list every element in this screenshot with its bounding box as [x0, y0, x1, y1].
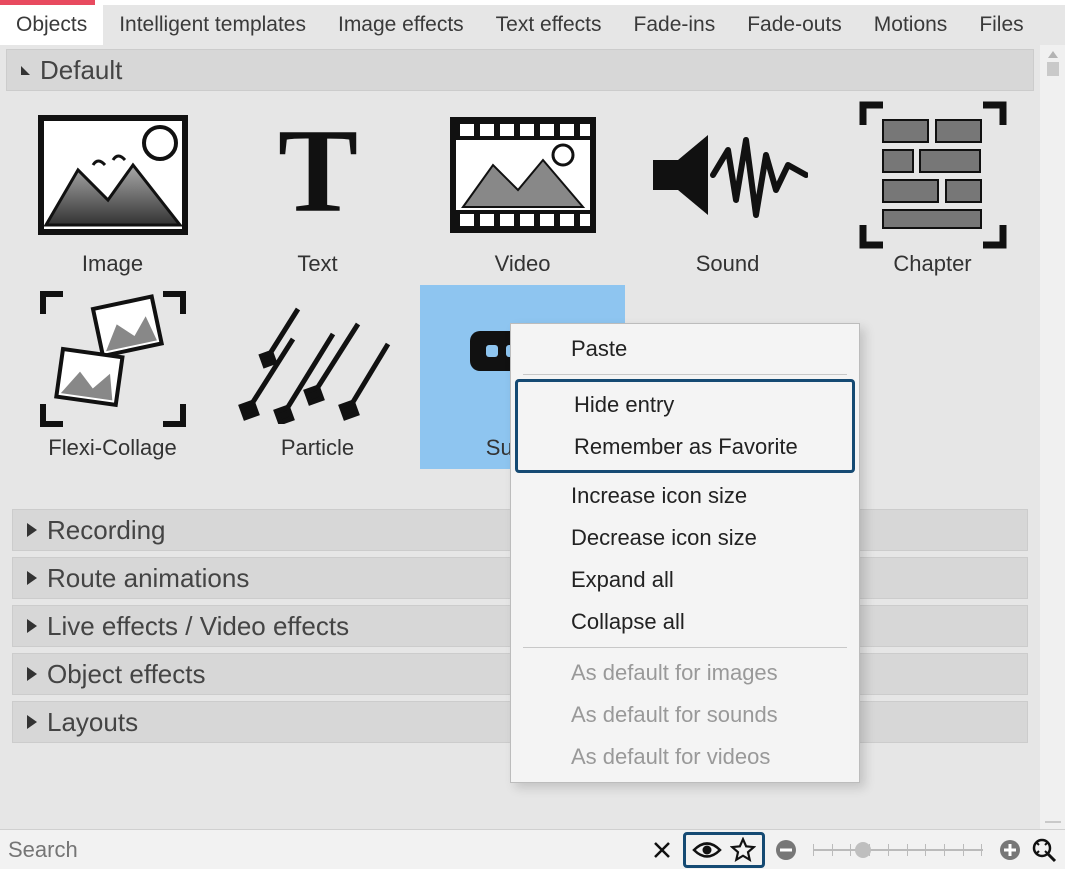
chapter-icon: [853, 105, 1013, 245]
ctx-expand-all[interactable]: Expand all: [511, 559, 859, 601]
magnifier-expand-icon: [1031, 837, 1057, 863]
object-item-sound[interactable]: Sound: [625, 101, 830, 285]
object-item-label: Flexi-Collage: [48, 435, 176, 461]
section-title: Default: [40, 55, 122, 86]
object-item-label: Image: [82, 251, 143, 277]
chevron-right-icon: [27, 667, 37, 681]
tab-fade-outs[interactable]: Fade-outs: [731, 5, 858, 45]
ctx-separator: [523, 374, 847, 375]
ctx-default-videos: As default for videos: [511, 736, 859, 778]
chevron-right-icon: [27, 715, 37, 729]
text-icon: T: [238, 105, 398, 245]
visibility-favorite-group: [683, 832, 765, 868]
sound-icon: [648, 105, 808, 245]
ctx-collapse-all[interactable]: Collapse all: [511, 601, 859, 643]
ctx-paste[interactable]: Paste: [511, 328, 859, 370]
tab-fade-ins[interactable]: Fade-ins: [618, 5, 732, 45]
plus-circle-icon: [999, 839, 1021, 861]
object-item-text[interactable]: T Text: [215, 101, 420, 285]
tab-image-effects[interactable]: Image effects: [322, 5, 480, 45]
chevron-right-icon: [27, 523, 37, 537]
star-icon: [730, 837, 756, 863]
object-item-label: Sound: [696, 251, 760, 277]
section-title: Route animations: [47, 563, 249, 594]
ctx-decrease-icon[interactable]: Decrease icon size: [511, 517, 859, 559]
zoom-slider[interactable]: [813, 847, 983, 853]
particle-icon: [238, 289, 398, 429]
chevron-down-icon: [21, 66, 30, 75]
search-input[interactable]: [0, 830, 645, 869]
section-title: Recording: [47, 515, 166, 546]
ctx-highlight-group: Hide entry Remember as Favorite: [515, 379, 855, 473]
scroll-thumb[interactable]: [1047, 62, 1059, 76]
toggle-visibility-button[interactable]: [692, 833, 722, 867]
ctx-increase-icon[interactable]: Increase icon size: [511, 475, 859, 517]
zoom-track-line: [813, 849, 983, 851]
object-item-image[interactable]: Image: [10, 101, 215, 285]
chevron-right-icon: [27, 619, 37, 633]
object-item-label: Particle: [281, 435, 354, 461]
object-item-label: Video: [495, 251, 551, 277]
scroll-up-icon: [1048, 51, 1058, 58]
bottom-bar: [0, 829, 1065, 869]
tab-text-effects[interactable]: Text effects: [480, 5, 618, 45]
object-item-flexi-collage[interactable]: Flexi-Collage: [10, 285, 215, 469]
section-title: Layouts: [47, 707, 138, 738]
toggle-favorite-button[interactable]: [730, 833, 756, 867]
section-title: Object effects: [47, 659, 206, 690]
section-header-default[interactable]: Default: [6, 49, 1034, 91]
eye-icon: [692, 839, 722, 861]
scroll-track-end: [1045, 821, 1061, 823]
tab-bar: Objects Intelligent templates Image effe…: [0, 5, 1065, 45]
tab-objects[interactable]: Objects: [0, 5, 103, 45]
zoom-fit-button[interactable]: [1027, 833, 1061, 867]
ctx-default-sounds: As default for sounds: [511, 694, 859, 736]
ctx-separator: [523, 647, 847, 648]
zoom-in-button[interactable]: [993, 833, 1027, 867]
minus-circle-icon: [775, 839, 797, 861]
ctx-remember-favorite[interactable]: Remember as Favorite: [518, 426, 852, 468]
clear-search-button[interactable]: [645, 833, 679, 867]
scrollbar[interactable]: [1040, 45, 1065, 829]
context-menu: Paste Hide entry Remember as Favorite In…: [510, 323, 860, 783]
close-icon: [652, 840, 672, 860]
section-title: Live effects / Video effects: [47, 611, 349, 642]
object-item-label: Chapter: [893, 251, 971, 277]
flexi-collage-icon: [33, 289, 193, 429]
image-icon: [33, 105, 193, 245]
chevron-right-icon: [27, 571, 37, 585]
object-item-chapter[interactable]: Chapter: [830, 101, 1035, 285]
object-item-label: Text: [297, 251, 337, 277]
zoom-out-button[interactable]: [769, 833, 803, 867]
tab-intelligent-templates[interactable]: Intelligent templates: [103, 5, 322, 45]
ctx-hide-entry[interactable]: Hide entry: [518, 384, 852, 426]
object-item-particle[interactable]: Particle: [215, 285, 420, 469]
zoom-thumb[interactable]: [855, 842, 871, 858]
tab-motions[interactable]: Motions: [858, 5, 964, 45]
ctx-default-images: As default for images: [511, 652, 859, 694]
object-item-video[interactable]: Video: [420, 101, 625, 285]
video-icon: [443, 105, 603, 245]
tab-files[interactable]: Files: [963, 5, 1039, 45]
svg-text:T: T: [277, 115, 357, 235]
